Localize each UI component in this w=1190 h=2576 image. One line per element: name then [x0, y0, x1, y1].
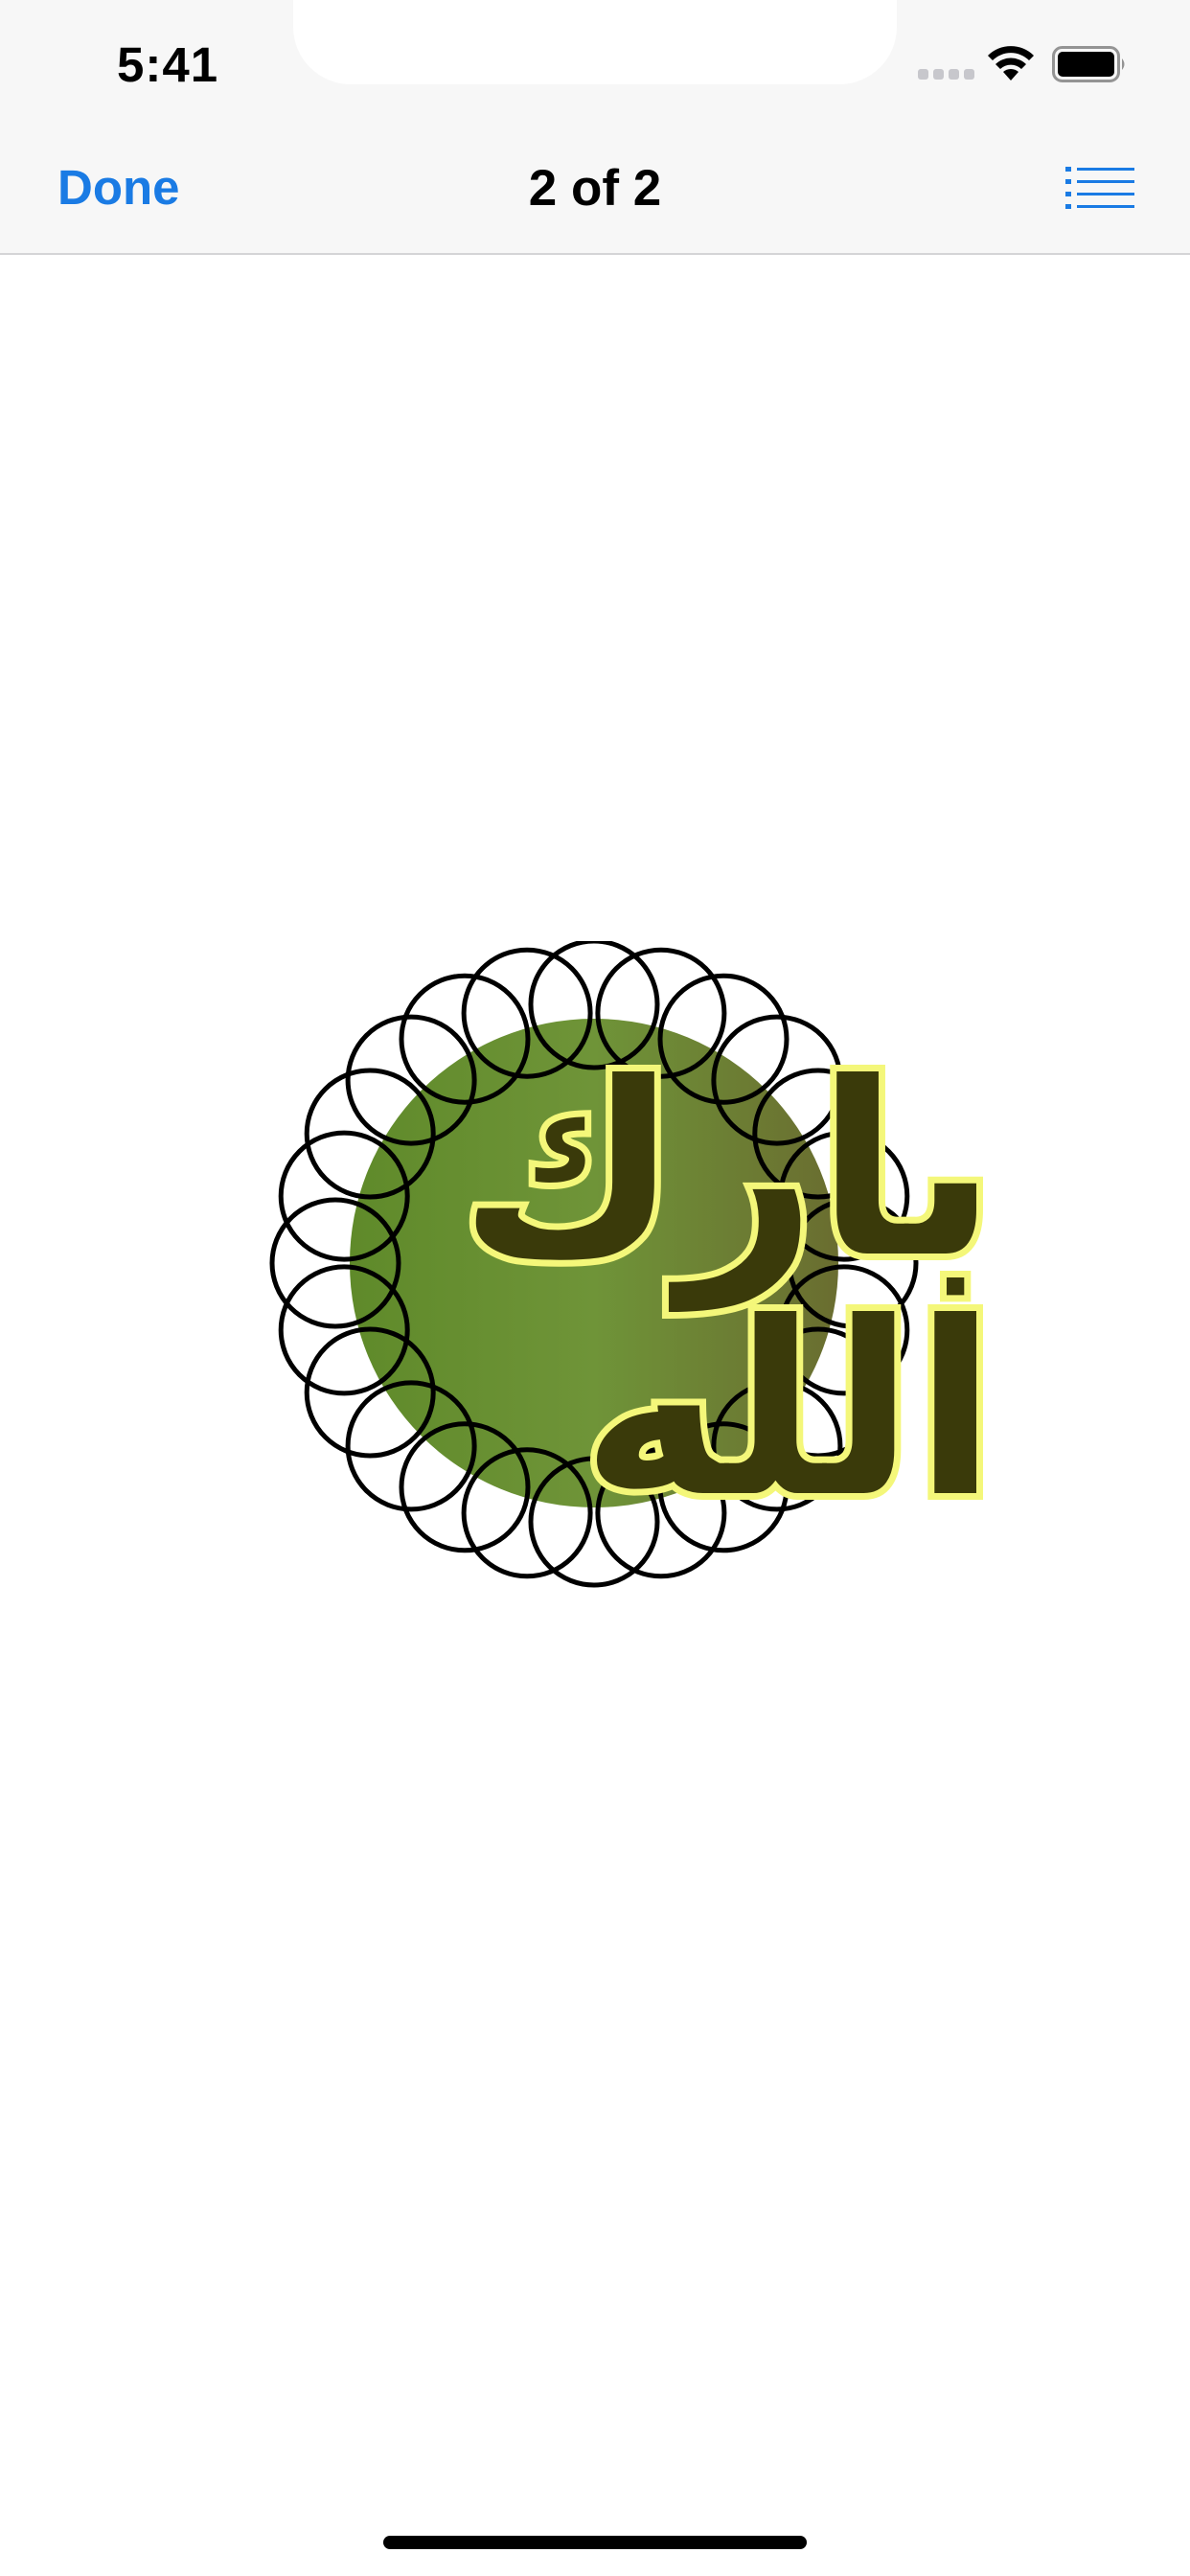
- battery-icon: [1052, 46, 1125, 82]
- home-indicator[interactable]: [383, 2536, 807, 2549]
- navigation-bar: Done 2 of 2: [0, 126, 1190, 255]
- screen: 5:41 Done 2 of 2 بارك الله: [0, 0, 1190, 2576]
- status-bar: 5:41: [0, 0, 1190, 126]
- status-time: 5:41: [117, 37, 219, 92]
- page-counter-title: 2 of 2: [528, 160, 662, 217]
- calligraphy-emblem-image: بارك الله: [201, 938, 1003, 1612]
- calligraphy-text: بارك الله: [452, 1031, 1003, 1550]
- list-icon[interactable]: [1065, 165, 1134, 211]
- signal-icon: [918, 69, 974, 80]
- notch: [293, 0, 897, 84]
- image-viewer[interactable]: بارك الله: [0, 255, 1190, 2576]
- wifi-icon: [988, 46, 1034, 80]
